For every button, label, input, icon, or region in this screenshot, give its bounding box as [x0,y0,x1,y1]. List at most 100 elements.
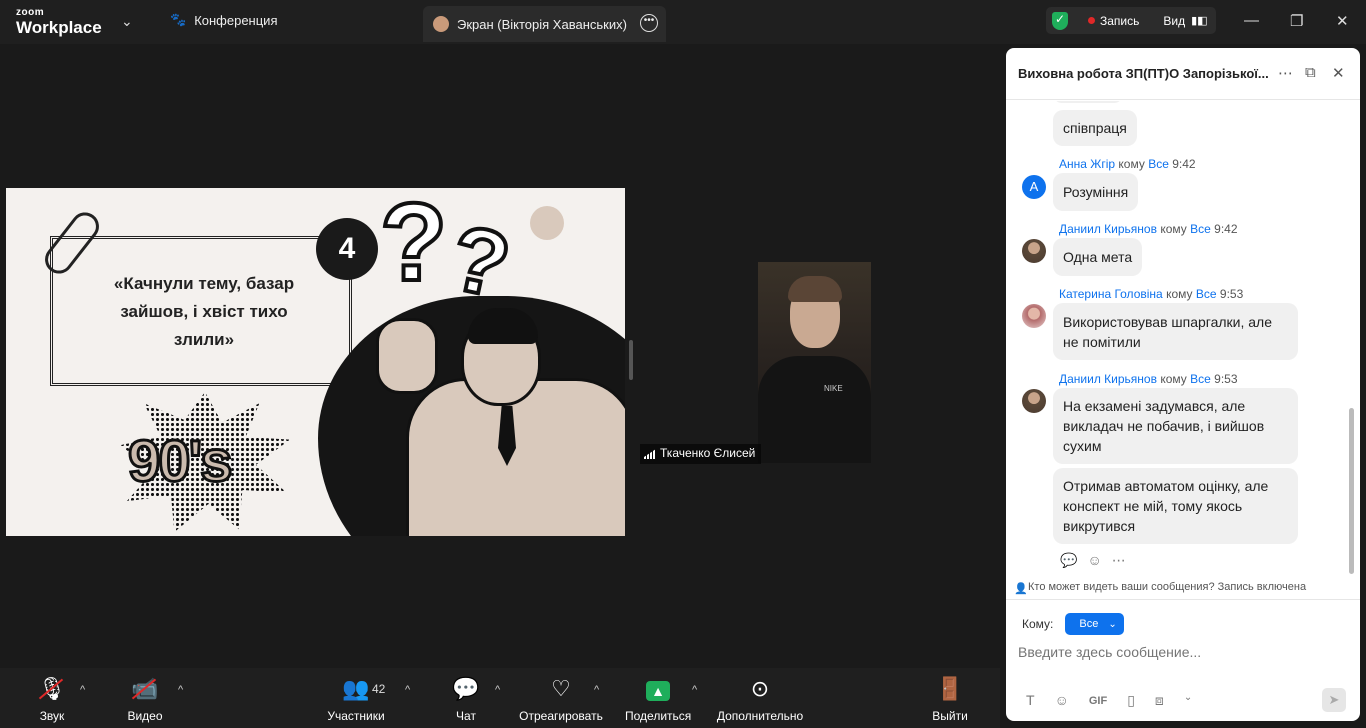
split-handle[interactable] [629,340,633,380]
message-time: 9:53 [1219,287,1244,301]
logo-small-text: zoom [16,7,45,18]
message-sender-line: Даниил Кирьянов кому Все 9:53 [1059,372,1238,386]
audio-button[interactable]: 🎙 Звук [34,674,70,723]
avatar [1022,239,1046,263]
participants-label: Участники [327,709,385,723]
conference-button[interactable]: 🐾 Конференция [170,12,277,28]
message-bubble: співпраця [1053,110,1137,146]
send-button[interactable]: ➤ [1322,688,1346,712]
tan-circle-graphic [530,206,564,240]
signal-bars-icon [644,449,656,459]
chat-title: Виховна робота ЗП(ПТ)О Запорізької... [1018,66,1269,81]
message-bubble: Розуміння [1053,173,1139,211]
shared-slide: «Качнули тему, базар зайшов, і хвіст тих… [6,188,625,536]
message-actions: 💬☺⋯ [1060,552,1136,569]
more-button[interactable]: ⊙ Дополнительно [716,674,804,723]
recipient: Все [1190,222,1211,236]
slide-number-badge: 4 [316,218,378,280]
react-label: Отреагировать [519,709,603,723]
close-window-icon[interactable]: ✕ [1336,12,1349,30]
file-icon[interactable]: ▯ [1127,692,1135,710]
zoom-logo: zoom Workplace [16,7,102,37]
restore-icon[interactable]: ❐ [1290,12,1303,30]
share-screen-icon: ▲ [625,674,691,704]
video-body [758,356,871,463]
chevron-down-icon[interactable]: ⌄ [1184,692,1192,710]
privacy-notice[interactable]: 👤 Кто может видеть ваши сообщения? Запис… [1006,578,1360,600]
react-caret-icon[interactable]: ^ [594,684,599,696]
avatar [1022,389,1046,413]
video-button[interactable]: 📹 Видео [124,674,166,723]
emoji-icon[interactable]: ☺ [1055,692,1069,710]
more-options-icon[interactable]: ••• [640,14,658,32]
audio-label: Звук [39,709,65,723]
chat-label: Чат [456,709,476,723]
to-label: Кому: [1022,617,1054,631]
chat-button[interactable]: 💬 Чат [450,674,482,723]
view-button[interactable]: Вид [1163,14,1185,28]
recipient: Все [1195,287,1217,301]
logo-big-text: Workplace [16,18,102,37]
more-label: Дополнительно [716,709,804,723]
chat-icon: 💬 [452,676,480,701]
avatar: А [1022,175,1046,199]
participant-video[interactable]: NIKE [758,262,871,463]
screen-tab-label: Экран (Вікторія Хаванських) [457,16,627,32]
message-sender-line: Катерина Головіна кому Все 9:53 [1059,287,1243,301]
video-caret-icon[interactable]: ^ [178,684,183,696]
gif-icon[interactable]: GIF [1089,692,1107,710]
recipient-value: Все [1079,618,1099,630]
security-shield-icon[interactable] [1052,11,1068,30]
close-icon[interactable]: ✕ [1332,64,1345,82]
video-label: Видео [127,709,163,723]
participants-count: 42 [372,682,386,696]
recipient-dropdown[interactable]: Все ⌄ [1065,613,1125,635]
screenshot-icon[interactable]: ⧈ [1155,692,1164,710]
chat-panel: Виховна робота ЗП(ПТ)О Запорізької... ⋯ … [1006,48,1360,721]
thumbs-up-graphic [376,318,438,394]
share-label: Поделиться [625,709,692,723]
reply-icon[interactable]: 💬 [1060,552,1087,568]
add-reaction-icon[interactable]: ☺ [1087,552,1111,568]
sender-name[interactable]: Даниил Кирьянов [1059,222,1157,236]
people-icon: 🐾 [170,12,187,27]
microphone-muted-icon: 🎙 [34,674,70,704]
minimize-icon[interactable]: — [1244,12,1259,29]
chat-messages: співпраця Анна Жгір кому Все 9:42 А Розу… [1006,101,1346,576]
video-hair [788,276,842,302]
react-button[interactable]: ♡ Отреагировать [518,674,604,723]
chat-header: Виховна робота ЗП(ПТ)О Запорізької... ⋯ … [1006,48,1360,100]
chat-message-input[interactable] [1018,644,1348,660]
sender-name[interactable]: Анна Жгір [1059,157,1115,171]
presenter-avatar [433,16,449,32]
leave-label: Выйти [932,709,968,723]
chevron-down-icon: ⌄ [1108,618,1117,630]
more-icon: ⊙ [750,676,770,701]
sender-name[interactable]: Даниил Кирьянов [1059,372,1157,386]
participants-caret-icon[interactable]: ^ [405,684,410,696]
more-icon[interactable]: ⋯ [1278,64,1293,82]
audio-caret-icon[interactable]: ^ [80,684,85,696]
screen-share-tab[interactable]: Экран (Вікторія Хаванських) ••• [423,6,666,42]
privacy-text: Кто может видеть ваши сообщения? Запись … [1028,581,1307,593]
record-button[interactable]: Запись [1100,14,1139,28]
chat-scrollbar[interactable] [1349,408,1354,574]
pop-out-icon[interactable]: ⧉ [1305,64,1316,81]
more-actions-icon[interactable]: ⋯ [1112,552,1136,568]
chevron-down-icon[interactable]: ⌄ [121,13,133,30]
text-format-icon[interactable]: T [1026,692,1035,710]
leave-button[interactable]: 🚪 Выйти [930,674,970,723]
message-sender-line: Анна Жгір кому Все 9:42 [1059,157,1196,171]
share-caret-icon[interactable]: ^ [692,684,697,696]
recipient: Все [1190,372,1211,386]
camera-off-icon: 📹 [124,674,166,704]
conference-label: Конференция [194,12,278,28]
slide-quote: «Качнули тему, базар зайшов, і хвіст тих… [113,274,295,349]
sender-name[interactable]: Катерина Головіна [1059,287,1163,301]
avatar [1022,304,1046,328]
to-word: кому [1166,287,1193,301]
to-word: кому [1118,157,1145,171]
share-button[interactable]: ▲ Поделиться [625,674,691,723]
chat-caret-icon[interactable]: ^ [495,684,500,696]
view-layout-icon: ▮◧ [1191,15,1208,27]
